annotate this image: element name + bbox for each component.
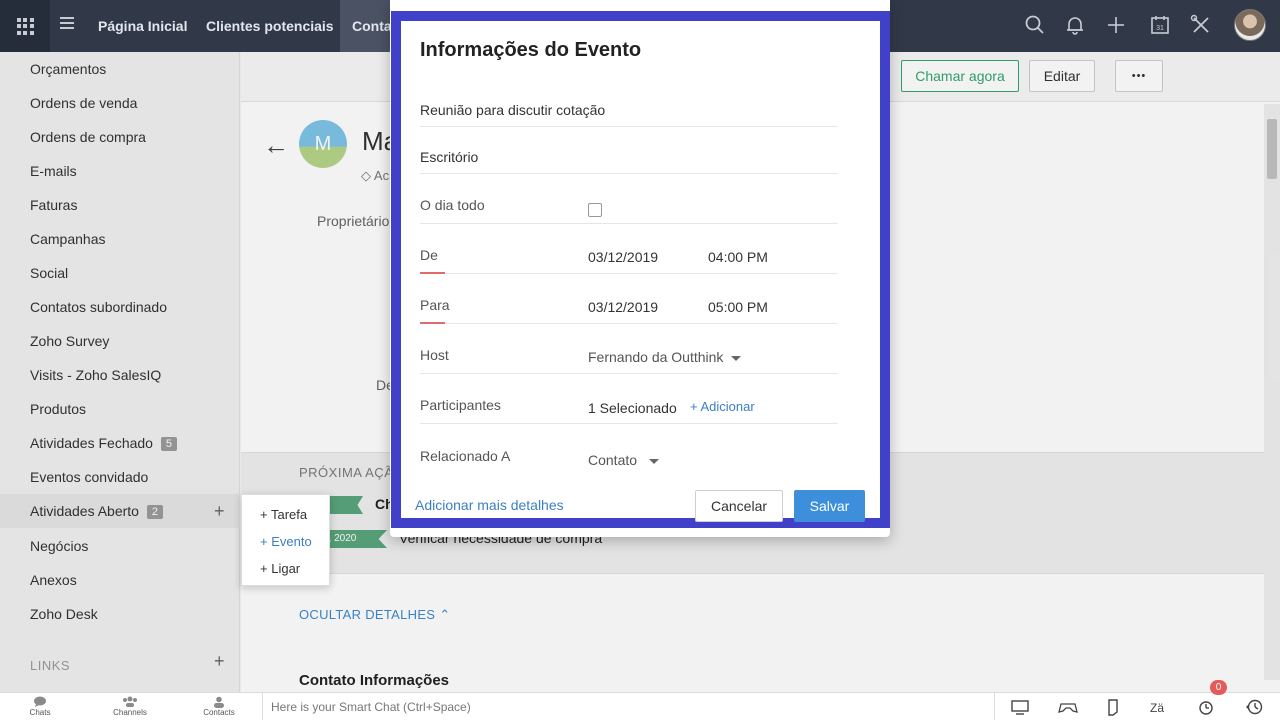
create-activity-popup: + Tarefa + Evento + Ligar (241, 494, 330, 586)
channels-label: Channels (113, 708, 147, 717)
event-title-value[interactable]: Reunião para discutir cotação (420, 102, 605, 118)
contacts-label: Contacts (203, 708, 235, 717)
event-title-field[interactable]: Reunião para discutir cotação (420, 97, 838, 127)
event-info-modal: Informações do Evento Reunião para discu… (391, 11, 890, 528)
contacts-button[interactable]: Contacts (189, 693, 249, 720)
save-button[interactable]: Salvar (794, 490, 865, 522)
tab-contacts[interactable]: Conta (340, 0, 390, 52)
create-task-label: Tarefa (270, 507, 308, 522)
location-value[interactable]: Escritório (420, 149, 478, 165)
all-day-label: O dia todo (420, 197, 485, 213)
participants-row: Participantes 1 Selecionado + Adicionar (420, 391, 838, 424)
create-event-option[interactable]: + Evento (260, 534, 312, 549)
smart-chat-input[interactable]: Here is your Smart Chat (Ctrl+Space) (271, 700, 471, 714)
alarm-clock-icon[interactable] (1196, 698, 1216, 716)
tab-leads[interactable]: Clientes potenciais (206, 0, 334, 52)
gamepad-icon[interactable] (1058, 698, 1078, 716)
bottom-bar: Chats Channels Contacts Here is your Sma… (0, 692, 1280, 720)
host-label: Host (420, 347, 449, 363)
location-field[interactable]: Escritório (420, 144, 838, 174)
host-select[interactable]: Fernando da Outthink (588, 349, 742, 365)
related-row: Relacionado A Contato (420, 441, 838, 467)
to-time-input[interactable]: 05:00 PM (708, 299, 768, 315)
tools-icon[interactable] (1189, 13, 1213, 37)
from-time-input[interactable]: 04:00 PM (708, 249, 768, 265)
to-date-input[interactable]: 03/12/2019 (588, 299, 658, 315)
search-icon[interactable] (1023, 13, 1047, 37)
to-label: Para (420, 297, 450, 313)
bell-icon[interactable] (1063, 13, 1087, 37)
add-participant-label: Adicionar (700, 399, 755, 414)
required-indicator (420, 322, 445, 324)
calendar-icon[interactable]: 31 (1148, 13, 1172, 37)
create-call-option[interactable]: + Ligar (260, 561, 300, 576)
participants-label: Participantes (420, 397, 501, 413)
plus-icon: + (690, 399, 698, 414)
from-label: De (420, 247, 438, 263)
chevron-down-icon (731, 355, 742, 361)
chats-label: Chats (29, 708, 51, 717)
related-value: Contato (588, 452, 638, 467)
notification-badge: 0 (1210, 680, 1227, 695)
host-value: Fernando da Outthink (588, 349, 724, 365)
to-row: Para 03/12/2019 05:00 PM (420, 291, 838, 324)
related-label: Relacionado A (420, 448, 511, 464)
contact-person-icon (214, 696, 224, 708)
plus-icon[interactable] (1104, 13, 1128, 37)
chats-button[interactable]: Chats (10, 693, 70, 720)
note-icon[interactable] (1103, 698, 1123, 716)
tab-home[interactable]: Página Inicial (98, 0, 187, 52)
chevron-down-icon (649, 458, 660, 464)
add-more-details-link[interactable]: Adicionar mais detalhes (415, 497, 564, 513)
modal-title: Informações do Evento (420, 39, 642, 61)
grid-icon (16, 17, 34, 35)
channels-button[interactable]: Channels (100, 693, 160, 720)
divider (262, 693, 263, 720)
divider (994, 693, 995, 720)
add-participant-link[interactable]: + Adicionar (690, 399, 755, 414)
channels-icon (123, 696, 137, 707)
create-task-option[interactable]: + Tarefa (260, 507, 307, 522)
cancel-button[interactable]: Cancelar (695, 490, 783, 522)
all-day-row: O dia todo (420, 191, 838, 224)
create-call-label: Ligar (271, 561, 301, 576)
app-launcher-button[interactable] (0, 0, 50, 52)
user-avatar[interactable] (1234, 9, 1266, 41)
menu-icon[interactable] (60, 17, 74, 29)
create-event-label: Evento (271, 534, 312, 549)
screen-share-icon[interactable] (1010, 698, 1030, 716)
all-day-checkbox[interactable] (588, 203, 602, 217)
participants-value: 1 Selecionado (588, 400, 677, 416)
translate-icon[interactable]: Zä (1148, 698, 1168, 716)
history-icon[interactable] (1244, 698, 1264, 716)
from-date-input[interactable]: 03/12/2019 (588, 249, 658, 265)
host-row: Host Fernando da Outthink (420, 341, 838, 374)
chat-bubble-icon (34, 696, 46, 707)
related-select[interactable]: Contato (588, 452, 660, 467)
svg-text:Zä: Zä (1150, 701, 1164, 715)
required-indicator (420, 272, 445, 274)
from-row: De 03/12/2019 04:00 PM (420, 241, 838, 274)
svg-text:31: 31 (1156, 25, 1164, 32)
